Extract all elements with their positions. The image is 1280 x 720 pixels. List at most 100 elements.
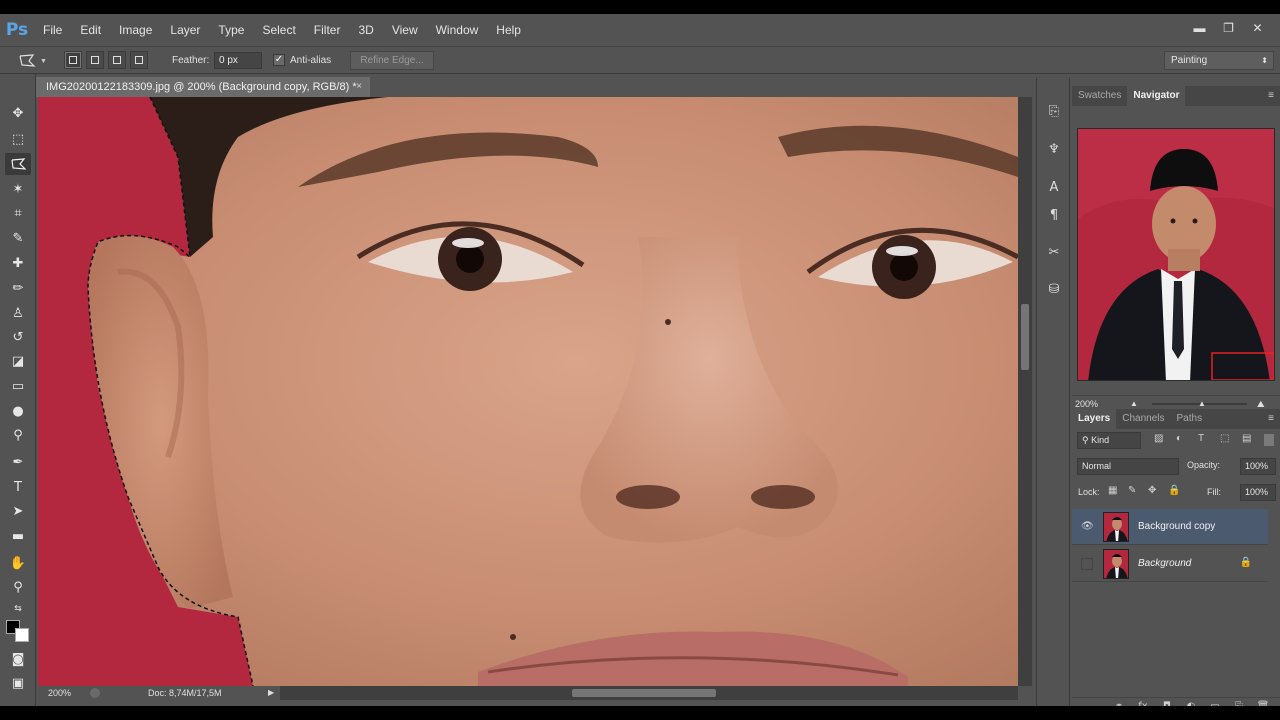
layer-name[interactable]: Background bbox=[1138, 546, 1191, 582]
screen-mode-icon[interactable]: ▣ bbox=[5, 672, 31, 694]
shape-tool-icon[interactable]: ▬ bbox=[5, 525, 31, 547]
chevron-down-icon: ▼ bbox=[40, 57, 47, 65]
close-icon[interactable]: ✕ bbox=[1243, 14, 1272, 42]
play-icon[interactable]: ▶ bbox=[268, 686, 274, 700]
vertical-scrollbar[interactable] bbox=[1018, 97, 1032, 686]
face-closeup-image bbox=[38, 97, 1018, 686]
layer-row[interactable]: Background 🔒 bbox=[1072, 546, 1268, 582]
menu-help[interactable]: Help bbox=[487, 14, 530, 46]
refine-edge-button[interactable]: Refine Edge... bbox=[350, 51, 434, 70]
zoom-tool-icon[interactable]: ⚲ bbox=[5, 576, 31, 598]
feather-input[interactable]: 0 px bbox=[214, 52, 262, 69]
lock-all-icon[interactable]: 🔒 bbox=[1168, 485, 1180, 496]
paragraph-panel-icon[interactable]: ¶ bbox=[1043, 204, 1065, 226]
panel-menu-icon[interactable]: ≡ bbox=[1268, 86, 1274, 106]
menu-file[interactable]: File bbox=[34, 14, 71, 46]
filter-toggle[interactable] bbox=[1264, 434, 1274, 446]
menu-layer[interactable]: Layer bbox=[161, 14, 209, 46]
layer-row[interactable]: 👁 Background copy bbox=[1072, 509, 1268, 545]
tool-preset-picker[interactable]: ▼ bbox=[18, 51, 52, 71]
clone-source-icon[interactable]: ⛁ bbox=[1043, 278, 1065, 300]
menu-type[interactable]: Type bbox=[209, 14, 253, 46]
marquee-tool-icon[interactable]: ⬚ bbox=[5, 128, 31, 150]
antialias-checkbox[interactable]: ✓ bbox=[273, 54, 285, 66]
background-color-swatch[interactable] bbox=[15, 628, 29, 642]
quick-mask-icon[interactable]: ◙ bbox=[5, 648, 31, 670]
lock-transparent-icon[interactable]: ▦ bbox=[1108, 485, 1117, 496]
pen-tool-icon[interactable]: ✒ bbox=[5, 451, 31, 473]
lasso-tool-icon[interactable] bbox=[5, 153, 31, 175]
tab-layers[interactable]: Layers bbox=[1072, 409, 1117, 429]
lock-icon: 🔒 bbox=[1239, 557, 1252, 568]
horizontal-scroll-thumb[interactable] bbox=[572, 689, 716, 697]
intersect-selection-icon[interactable] bbox=[130, 51, 148, 69]
layer-filter-select[interactable]: ⚲ Kind bbox=[1077, 432, 1141, 449]
zoom-level[interactable]: 200% bbox=[48, 686, 71, 700]
type-tool-icon[interactable]: T bbox=[5, 476, 31, 498]
type-filter-icon[interactable]: T bbox=[1198, 433, 1204, 444]
swap-colors-icon[interactable]: ⇆ bbox=[5, 598, 31, 620]
eyedropper-tool-icon[interactable]: ✎ bbox=[5, 227, 31, 249]
shape-filter-icon[interactable]: ⬚ bbox=[1220, 433, 1229, 444]
lock-position-icon[interactable]: ✥ bbox=[1148, 485, 1156, 496]
tab-channels[interactable]: Channels bbox=[1116, 409, 1170, 429]
brush-tool-icon[interactable]: ✏ bbox=[5, 277, 31, 299]
menu-select[interactable]: Select bbox=[253, 14, 304, 46]
navigator-zoom-value[interactable]: 200% bbox=[1075, 399, 1098, 409]
ps-logo: Ps bbox=[5, 20, 29, 40]
menu-image[interactable]: Image bbox=[110, 14, 161, 46]
tab-navigator[interactable]: Navigator bbox=[1127, 86, 1186, 106]
adjustment-filter-icon[interactable]: ◐ bbox=[1176, 433, 1182, 444]
layers-panel-menu-icon[interactable]: ≡ bbox=[1268, 409, 1274, 429]
menu-window[interactable]: Window bbox=[427, 14, 488, 46]
pixel-filter-icon[interactable]: ▨ bbox=[1154, 433, 1163, 444]
healing-brush-tool-icon[interactable]: ✚ bbox=[5, 252, 31, 274]
lock-pixels-icon[interactable]: ✎ bbox=[1128, 485, 1136, 496]
fill-input[interactable]: 100% bbox=[1240, 484, 1276, 501]
navigator-preview[interactable] bbox=[1077, 128, 1275, 381]
history-brush-tool-icon[interactable]: ↺ bbox=[5, 326, 31, 348]
history-panel-icon[interactable]: ⎘ bbox=[1043, 100, 1065, 122]
crop-tool-icon[interactable]: ⌗ bbox=[5, 202, 31, 224]
status-info-icon[interactable] bbox=[90, 688, 100, 698]
visibility-toggle[interactable] bbox=[1081, 558, 1093, 570]
character-panel-icon[interactable]: A bbox=[1043, 176, 1065, 198]
path-selection-tool-icon[interactable]: ➤ bbox=[5, 500, 31, 522]
blend-mode-select[interactable]: Normal bbox=[1077, 458, 1179, 475]
opacity-input[interactable]: 100% bbox=[1240, 458, 1276, 475]
subtract-selection-icon[interactable] bbox=[108, 51, 126, 69]
tab-swatches[interactable]: Swatches bbox=[1072, 86, 1127, 106]
tab-paths[interactable]: Paths bbox=[1171, 409, 1209, 429]
menu-edit[interactable]: Edit bbox=[71, 14, 110, 46]
dodge-tool-icon[interactable]: ⚲ bbox=[5, 424, 31, 446]
horizontal-scrollbar[interactable] bbox=[280, 686, 1018, 700]
tool-presets-icon[interactable]: ✂ bbox=[1043, 241, 1065, 263]
document-canvas[interactable] bbox=[38, 97, 1018, 686]
blur-tool-icon[interactable]: ● bbox=[5, 400, 31, 422]
move-tool-icon[interactable]: ✥ bbox=[5, 102, 31, 124]
menu-filter[interactable]: Filter bbox=[305, 14, 350, 46]
brush-presets-icon[interactable]: ♆ bbox=[1043, 138, 1065, 160]
document-tab[interactable]: IMG20200122183309.jpg @ 200% (Background… bbox=[36, 77, 370, 97]
gradient-tool-icon[interactable]: ▭ bbox=[5, 375, 31, 397]
menu-view[interactable]: View bbox=[383, 14, 427, 46]
restore-icon[interactable]: ❐ bbox=[1214, 14, 1243, 42]
blend-mode-value: Normal bbox=[1082, 461, 1112, 471]
minimize-icon[interactable]: ▬ bbox=[1185, 14, 1214, 42]
clone-stamp-tool-icon[interactable]: ♙ bbox=[5, 302, 31, 324]
smart-object-filter-icon[interactable]: ▤ bbox=[1242, 433, 1251, 444]
add-selection-icon[interactable] bbox=[86, 51, 104, 69]
new-selection-icon[interactable] bbox=[64, 51, 82, 69]
layer-thumbnail bbox=[1103, 549, 1129, 579]
close-document-icon[interactable]: × bbox=[356, 77, 362, 97]
vertical-scroll-thumb[interactable] bbox=[1021, 304, 1029, 370]
letterbox-bottom bbox=[0, 706, 1280, 720]
workspace-select[interactable]: Painting ⬍ bbox=[1164, 51, 1274, 70]
eye-icon[interactable]: 👁 bbox=[1081, 521, 1094, 533]
eraser-tool-icon[interactable]: ◪ bbox=[5, 350, 31, 372]
status-bar: 200% Doc: 8,74M/17,5M ▶ bbox=[38, 686, 280, 700]
magic-wand-tool-icon[interactable]: ✶ bbox=[5, 178, 31, 200]
menu-3d[interactable]: 3D bbox=[349, 14, 382, 46]
layer-name[interactable]: Background copy bbox=[1138, 509, 1215, 545]
hand-tool-icon[interactable]: ✋ bbox=[5, 552, 31, 574]
